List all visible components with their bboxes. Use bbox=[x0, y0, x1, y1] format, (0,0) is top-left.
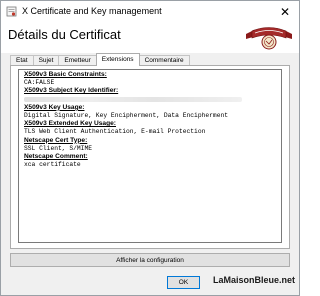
close-icon: ✕ bbox=[279, 5, 291, 19]
ribbon-seal-logo bbox=[246, 27, 292, 50]
dialog-window: X Certificate and Key management ✕ Détai… bbox=[0, 0, 300, 296]
tab-extensions[interactable]: Extensions bbox=[95, 53, 140, 66]
netscape-comment-value: xca certificate bbox=[24, 161, 81, 169]
watermark-suffix: .net bbox=[278, 275, 295, 285]
watermark-main: LaMaisonBleue bbox=[212, 275, 279, 285]
dialog-title: Détails du Certificat bbox=[8, 27, 121, 42]
title-bar[interactable]: X Certificate and Key management ✕ bbox=[1, 1, 299, 23]
extended-key-usage-value: TLS Web Client Authentication, E-mail Pr… bbox=[24, 128, 206, 136]
basic-constraints-heading: X509v3 Basic Constraints: bbox=[24, 71, 107, 78]
netscape-cert-type-value: SSL Client, S/MIME bbox=[24, 144, 93, 152]
netscape-comment-heading: Netscape Comment: bbox=[24, 153, 88, 161]
ok-button[interactable]: OK bbox=[167, 276, 200, 289]
show-configuration-button[interactable]: Afficher la configuration bbox=[10, 253, 290, 267]
basic-constraints-value: CA:FALSE bbox=[24, 79, 55, 87]
watermark: LaMaisonBleue.net bbox=[213, 275, 295, 285]
certificate-app-icon bbox=[6, 6, 17, 17]
subject-key-id-value-redacted bbox=[24, 96, 276, 104]
extended-key-usage-heading: X509v3 Extended Key Usage: bbox=[24, 120, 116, 128]
key-usage-heading: X509v3 Key Usage: bbox=[24, 103, 85, 111]
extensions-text-area[interactable]: X509v3 Basic Constraints: CA:FALSE X509v… bbox=[18, 69, 282, 243]
netscape-cert-type-heading: Netscape Cert Type: bbox=[24, 136, 88, 144]
key-usage-value: Digital Signature, Key Encipherment, Dat… bbox=[24, 112, 229, 119]
tab-panel-extensions: X509v3 Basic Constraints: CA:FALSE X509v… bbox=[10, 65, 290, 249]
window-title: X Certificate and Key management bbox=[22, 6, 162, 16]
close-button[interactable]: ✕ bbox=[271, 1, 299, 23]
subject-key-id-heading: X509v3 Subject Key Identifier: bbox=[24, 87, 119, 95]
